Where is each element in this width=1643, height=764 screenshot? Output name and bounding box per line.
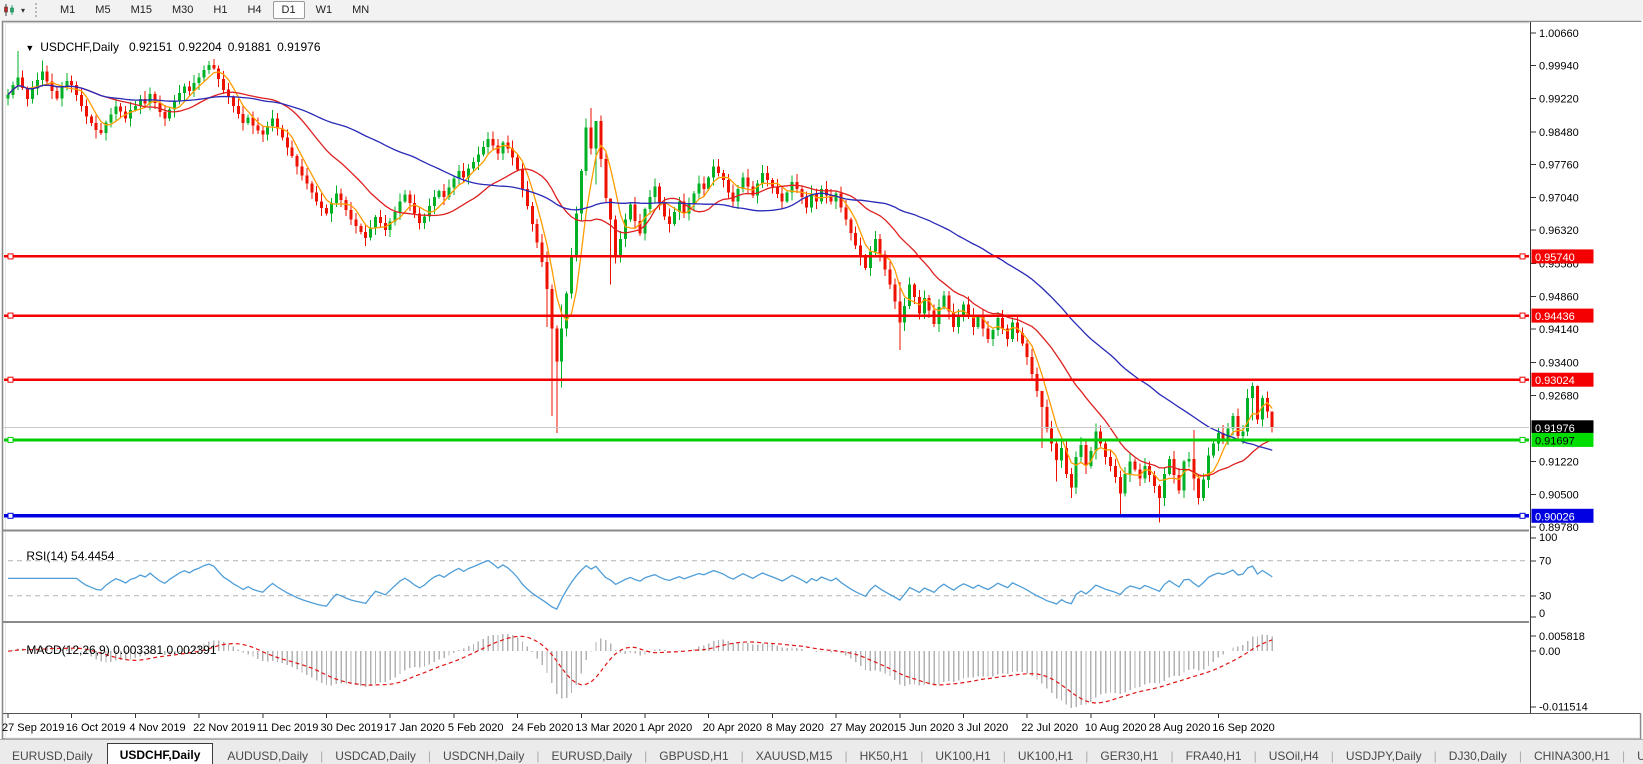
quote-low: 0.91881 bbox=[227, 40, 272, 54]
price-label-0.90026: 0.90026 bbox=[1531, 508, 1594, 523]
chart-tab-USDJPY-Daily[interactable]: USDJPY,Daily bbox=[1334, 746, 1434, 764]
mt4-window: ▾ M1 M5 M15 M30 H1 H4 D1 W1 MN 1.00660 0.99940 0.9… bbox=[0, 0, 1643, 764]
svg-text:17 Jan 2020: 17 Jan 2020 bbox=[384, 722, 445, 734]
rsi-value: 54.4454 bbox=[71, 549, 115, 563]
svg-text:0.98480: 0.98480 bbox=[1539, 127, 1579, 139]
symbol-dropdown-icon[interactable]: ▼ bbox=[25, 43, 34, 53]
line-handle[interactable] bbox=[7, 512, 14, 519]
svg-text:22 Jul 2020: 22 Jul 2020 bbox=[1021, 722, 1078, 734]
svg-text:16 Oct 2019: 16 Oct 2019 bbox=[66, 722, 126, 734]
line-handle[interactable] bbox=[7, 253, 14, 260]
svg-text:10 Aug 2020: 10 Aug 2020 bbox=[1085, 722, 1147, 734]
svg-text:0.96320: 0.96320 bbox=[1539, 225, 1579, 237]
svg-text:0.97040: 0.97040 bbox=[1539, 192, 1579, 204]
svg-text:11 Dec 2019: 11 Dec 2019 bbox=[257, 722, 319, 734]
price-label-0.93024: 0.93024 bbox=[1531, 372, 1594, 387]
line-handle[interactable] bbox=[1519, 376, 1526, 383]
svg-text:20 Apr 2020: 20 Apr 2020 bbox=[703, 722, 762, 734]
svg-text:22 Nov 2019: 22 Nov 2019 bbox=[193, 722, 255, 734]
chart-tab-USOil-H[interactable]: USOil,H bbox=[1625, 746, 1643, 764]
chart-tab-USDCNH-Daily[interactable]: USDCNH,Daily bbox=[431, 746, 536, 764]
svg-text:0.00: 0.00 bbox=[1539, 646, 1560, 658]
svg-text:4 Nov 2019: 4 Nov 2019 bbox=[129, 722, 185, 734]
chart-tab-HK50-H1[interactable]: HK50,H1 bbox=[848, 746, 921, 764]
rsi-indicator-label: RSI(14) 54.4454 bbox=[13, 535, 114, 577]
svg-text:1.00660: 1.00660 bbox=[1539, 28, 1579, 40]
macd-value-main: 0.003381 bbox=[113, 643, 164, 657]
chart-tab-UK100-H1[interactable]: UK100,H1 bbox=[1006, 746, 1085, 764]
chart-tab-UK100-H1[interactable]: UK100,H1 bbox=[923, 746, 1002, 764]
chart-tab-GBPUSD-H1[interactable]: GBPUSD,H1 bbox=[647, 746, 740, 764]
macd-indicator-label: MACD(12,26,9) 0.003381 0.002391 bbox=[13, 629, 217, 671]
quote-open: 0.92151 bbox=[128, 40, 173, 54]
price-label-0.94436: 0.94436 bbox=[1531, 308, 1594, 323]
svg-text:13 Mar 2020: 13 Mar 2020 bbox=[575, 722, 637, 734]
macd-value-signal: 0.002391 bbox=[166, 643, 217, 657]
chart-tab-EURUSD-Daily[interactable]: EURUSD,Daily bbox=[0, 746, 105, 764]
chart-tab-USOil-H4[interactable]: USOil,H4 bbox=[1257, 746, 1331, 764]
svg-text:0.94436: 0.94436 bbox=[1535, 311, 1575, 323]
svg-text:27 Sep 2019: 27 Sep 2019 bbox=[2, 722, 64, 734]
svg-text:0.93400: 0.93400 bbox=[1539, 358, 1579, 370]
svg-text:30: 30 bbox=[1539, 591, 1551, 603]
chart-canvas[interactable]: 1.00660 0.99940 0.99220 0.98480 0.97760 0.970… bbox=[0, 0, 1643, 764]
svg-text:0.91697: 0.91697 bbox=[1535, 435, 1575, 447]
line-handle[interactable] bbox=[1519, 312, 1526, 319]
line-handle[interactable] bbox=[1519, 436, 1526, 443]
svg-text:0.97760: 0.97760 bbox=[1539, 160, 1579, 172]
svg-text:16 Sep 2020: 16 Sep 2020 bbox=[1212, 722, 1274, 734]
svg-text:0.94140: 0.94140 bbox=[1539, 324, 1579, 336]
macd-name: MACD(12,26,9) bbox=[26, 643, 110, 657]
svg-text:24 Feb 2020: 24 Feb 2020 bbox=[512, 722, 574, 734]
chart-tab-GER30-H1[interactable]: GER30,H1 bbox=[1088, 746, 1170, 764]
chart-tab-EURUSD-Daily[interactable]: EURUSD,Daily bbox=[539, 746, 644, 764]
svg-text:28 Aug 2020: 28 Aug 2020 bbox=[1149, 722, 1211, 734]
line-handle[interactable] bbox=[7, 436, 14, 443]
svg-text:30 Dec 2019: 30 Dec 2019 bbox=[321, 722, 383, 734]
chart-tab-AUDUSD-Daily[interactable]: AUDUSD,Daily bbox=[215, 746, 320, 764]
chart-tab-USDCHF-Daily[interactable]: USDCHF,Daily bbox=[106, 743, 214, 764]
svg-text:5 Feb 2020: 5 Feb 2020 bbox=[448, 722, 504, 734]
svg-text:27 May 2020: 27 May 2020 bbox=[830, 722, 894, 734]
chart-background bbox=[0, 20, 1643, 764]
svg-text:0.005818: 0.005818 bbox=[1539, 631, 1585, 643]
quote-high: 0.92204 bbox=[178, 40, 222, 54]
svg-text:100: 100 bbox=[1539, 532, 1557, 544]
svg-text:1 Apr 2020: 1 Apr 2020 bbox=[639, 722, 692, 734]
symbol-title: USDCHF,Daily bbox=[40, 40, 119, 54]
price-label-0.91697: 0.91697 bbox=[1531, 432, 1594, 447]
chart-header: ▼ USDCHF,Daily 0.92151 0.92204 0.91881 0.9197… bbox=[12, 26, 327, 68]
svg-text:15 Jun 2020: 15 Jun 2020 bbox=[894, 722, 955, 734]
svg-text:0.94860: 0.94860 bbox=[1539, 291, 1579, 303]
chart-tab-CHINA300-H1[interactable]: CHINA300,H1 bbox=[1522, 746, 1622, 764]
svg-text:0.90500: 0.90500 bbox=[1539, 489, 1579, 501]
price-label-0.95740: 0.95740 bbox=[1531, 249, 1594, 264]
line-handle[interactable] bbox=[7, 312, 14, 319]
svg-text:0.93024: 0.93024 bbox=[1535, 375, 1575, 387]
svg-text:0.99220: 0.99220 bbox=[1539, 93, 1579, 105]
price-label-0.91976: 0.91976 bbox=[1531, 420, 1594, 435]
line-handle[interactable] bbox=[1519, 512, 1526, 519]
chart-tab-FRA40-H1[interactable]: FRA40,H1 bbox=[1174, 746, 1254, 764]
svg-text:0.99940: 0.99940 bbox=[1539, 61, 1579, 73]
svg-text:8 May 2020: 8 May 2020 bbox=[766, 722, 823, 734]
line-handle[interactable] bbox=[1519, 253, 1526, 260]
chart-tab-bar: EURUSD,Daily USDCHF,Daily AUDUSD,Daily | USD… bbox=[0, 739, 1643, 764]
svg-text:70: 70 bbox=[1539, 556, 1551, 568]
svg-text:0.92680: 0.92680 bbox=[1539, 390, 1579, 402]
chart-tab-DJ30-Daily[interactable]: DJ30,Daily bbox=[1437, 746, 1519, 764]
chart-tab-USDCAD-Daily[interactable]: USDCAD,Daily bbox=[323, 746, 428, 764]
svg-text:3 Jul 2020: 3 Jul 2020 bbox=[958, 722, 1009, 734]
svg-text:0.91220: 0.91220 bbox=[1539, 457, 1579, 469]
svg-text:0.95740: 0.95740 bbox=[1535, 252, 1575, 264]
svg-text:0.90026: 0.90026 bbox=[1535, 511, 1575, 523]
chart-tab-XAUUSD-M15[interactable]: XAUUSD,M15 bbox=[744, 746, 845, 764]
svg-text:0: 0 bbox=[1539, 608, 1545, 620]
rsi-name: RSI(14) bbox=[26, 549, 68, 563]
line-handle[interactable] bbox=[7, 376, 14, 383]
svg-text:-0.011514: -0.011514 bbox=[1539, 702, 1588, 714]
quote-close: 0.91976 bbox=[277, 40, 321, 54]
